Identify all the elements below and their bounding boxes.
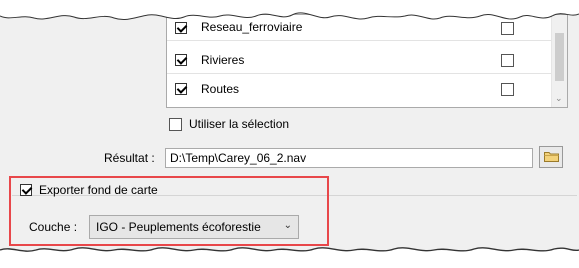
export-dialog: Reseau_ferroviaire Rivieres Routes ⌄ Uti…	[0, 0, 579, 268]
export-background-checkbox[interactable]	[20, 184, 32, 196]
torn-edge-top	[0, 0, 579, 20]
folder-icon	[544, 152, 559, 162]
export-background-label: Exporter fond de carte	[39, 183, 158, 197]
list-item[interactable]: Routes	[167, 77, 551, 102]
chevron-down-icon[interactable]: ⌄	[284, 220, 292, 231]
layer-extra-checkbox[interactable]	[501, 83, 514, 96]
result-path-input[interactable]: D:\Temp\Carey_06_2.nav	[165, 148, 533, 168]
use-selection-checkbox[interactable]	[169, 118, 182, 131]
list-item[interactable]: Rivieres	[167, 48, 551, 74]
layer-name: Routes	[201, 82, 240, 96]
layer-label: Couche :	[29, 220, 78, 234]
layer-combobox-value: IGO - Peuplements écoforestie	[96, 220, 261, 234]
layer-name: Rivieres	[201, 53, 245, 67]
scrollbar-thumb[interactable]	[555, 33, 564, 81]
use-selection-label: Utiliser la sélection	[189, 117, 290, 131]
result-label: Résultat :	[104, 151, 155, 165]
layer-visible-checkbox[interactable]	[175, 54, 187, 66]
scroll-down-icon[interactable]: ⌄	[555, 94, 563, 103]
browse-button[interactable]	[539, 146, 563, 168]
layer-extra-checkbox[interactable]	[501, 54, 514, 67]
layer-visible-checkbox[interactable]	[175, 83, 187, 95]
torn-edge-bottom	[0, 247, 579, 268]
layer-combobox[interactable]: IGO - Peuplements écoforestie ⌄	[89, 215, 299, 239]
